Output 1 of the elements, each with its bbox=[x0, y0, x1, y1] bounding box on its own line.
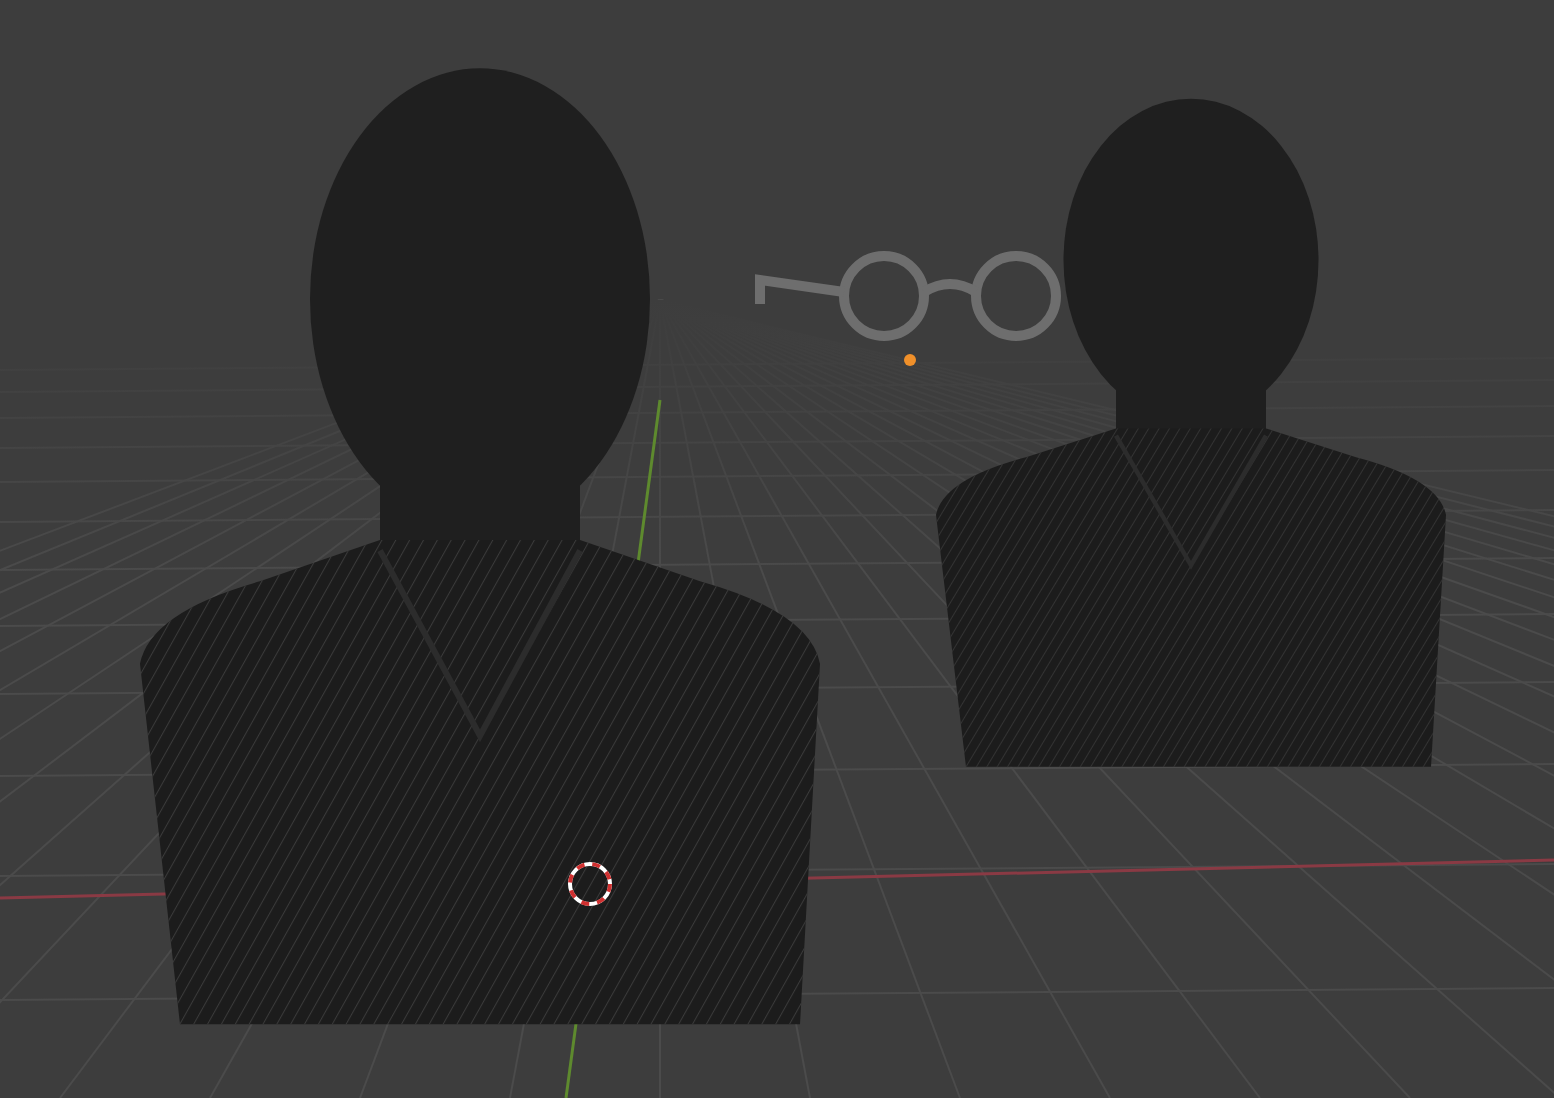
cursor-icon[interactable] bbox=[568, 862, 612, 906]
